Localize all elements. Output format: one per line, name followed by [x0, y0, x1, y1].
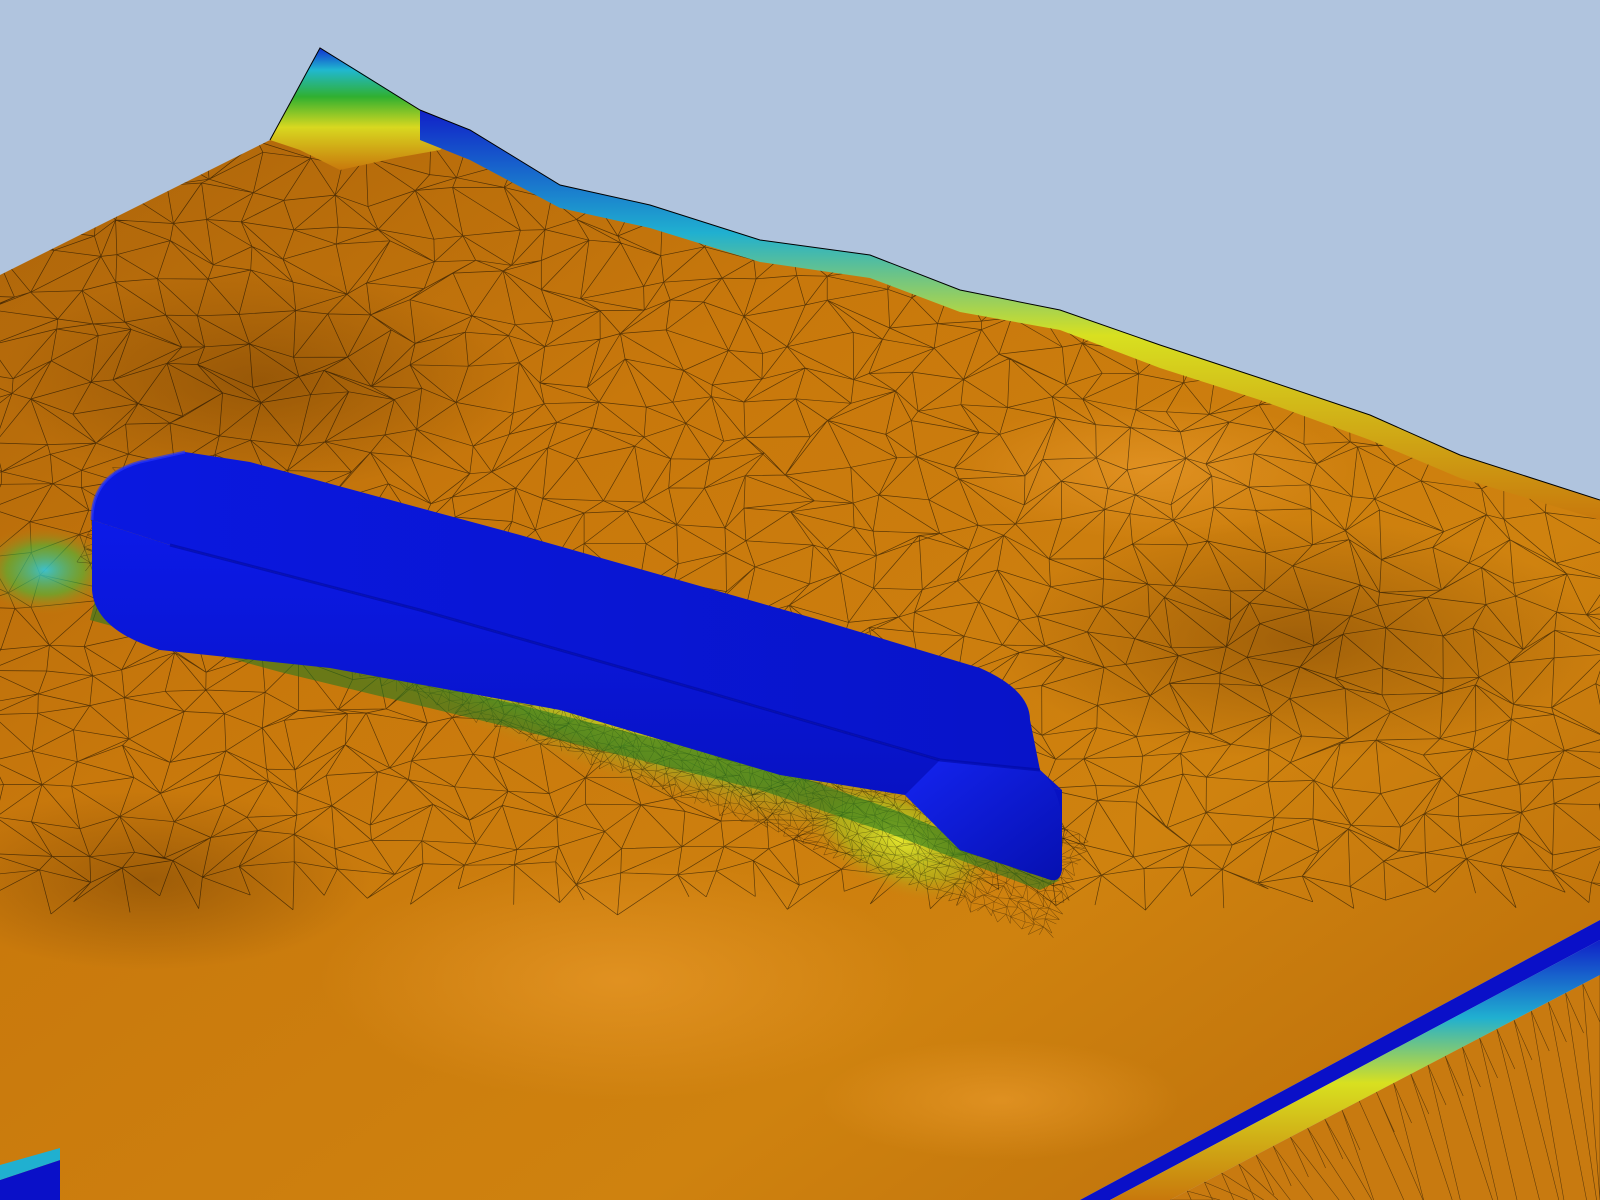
- terrain-highlight: [820, 1040, 1180, 1160]
- terrain-highlight: [320, 860, 920, 1100]
- 3d-viewport[interactable]: [0, 0, 1600, 1200]
- cfd-scene[interactable]: [0, 0, 1600, 1200]
- terrain-highlight: [950, 400, 1350, 540]
- terrain-shade: [0, 270, 520, 490]
